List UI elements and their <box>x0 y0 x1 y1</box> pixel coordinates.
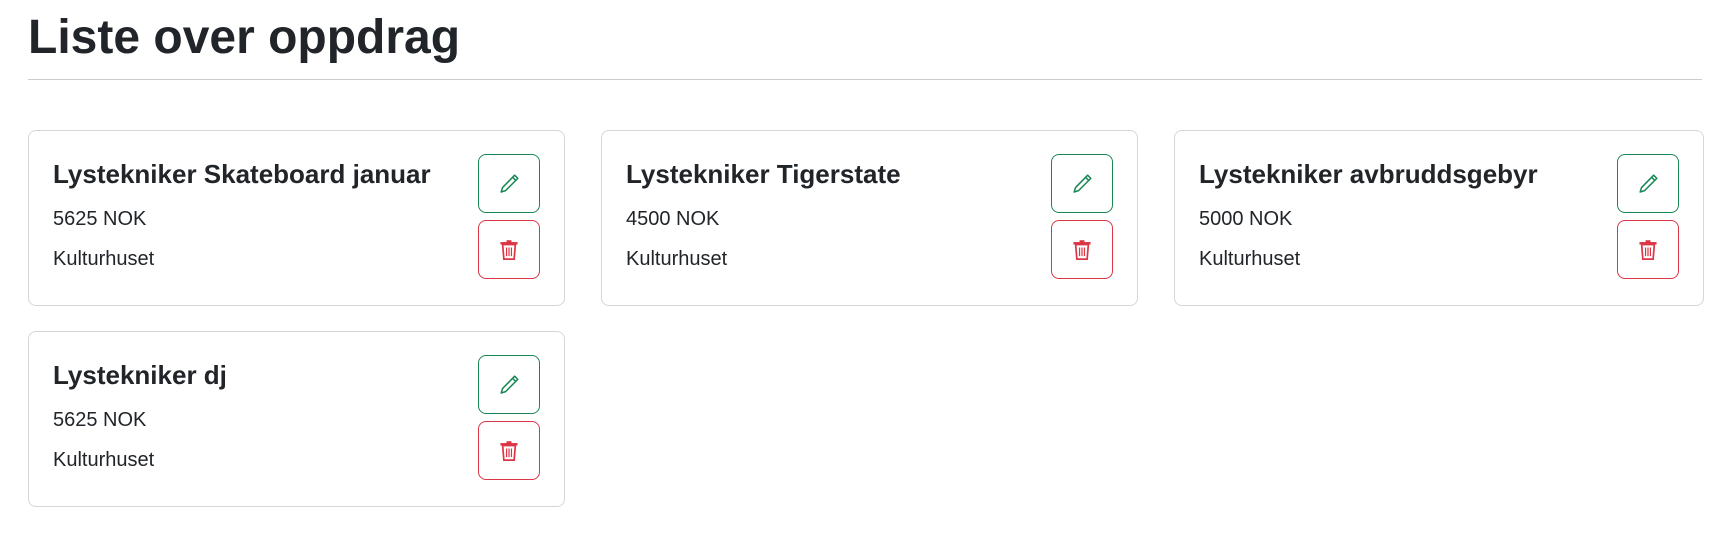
pencil-icon <box>1073 173 1092 193</box>
page-title: Liste over oppdrag <box>28 11 461 64</box>
delete-button[interactable] <box>478 220 540 279</box>
trash-icon <box>1639 239 1657 260</box>
divider <box>28 79 1702 80</box>
delete-button[interactable] <box>1051 220 1113 279</box>
assignment-card: Lystekniker dj 5625 NOK Kulturhuset <box>28 331 565 507</box>
trash-icon <box>500 440 518 461</box>
trash-icon <box>500 239 518 260</box>
assignment-location: Kulturhuset <box>626 248 728 270</box>
assignment-price: 4500 NOK <box>626 208 720 230</box>
assignment-location: Kulturhuset <box>53 449 155 471</box>
trash-icon <box>1073 239 1091 260</box>
assignment-title: Lystekniker dj <box>53 360 227 390</box>
assignment-price: 5625 NOK <box>53 208 147 230</box>
assignment-card: Lystekniker Tigerstate 4500 NOK Kulturhu… <box>601 130 1138 306</box>
page: Liste over oppdrag Lystekniker Skateboar… <box>0 0 1720 507</box>
assignment-title: Lystekniker avbruddsgebyr <box>1199 159 1538 189</box>
assignment-location: Kulturhuset <box>1199 248 1301 270</box>
pencil-icon <box>500 173 519 193</box>
delete-button[interactable] <box>478 421 540 480</box>
pencil-icon <box>1639 173 1658 193</box>
edit-button[interactable] <box>478 154 540 213</box>
assignment-list: Lystekniker Skateboard januar 5625 NOK K… <box>28 130 1704 507</box>
assignment-title: Lystekniker Skateboard januar <box>53 159 431 189</box>
assignment-price: 5000 NOK <box>1199 208 1293 230</box>
edit-button[interactable] <box>1617 154 1679 213</box>
edit-button[interactable] <box>1051 154 1113 213</box>
assignment-card: Lystekniker Skateboard januar 5625 NOK K… <box>28 130 565 306</box>
pencil-icon <box>500 374 519 394</box>
assignment-card: Lystekniker avbruddsgebyr 5000 NOK Kultu… <box>1174 130 1704 306</box>
edit-button[interactable] <box>478 355 540 414</box>
delete-button[interactable] <box>1617 220 1679 279</box>
assignment-price: 5625 NOK <box>53 409 147 431</box>
assignment-location: Kulturhuset <box>53 248 155 270</box>
assignment-title: Lystekniker Tigerstate <box>626 159 901 189</box>
